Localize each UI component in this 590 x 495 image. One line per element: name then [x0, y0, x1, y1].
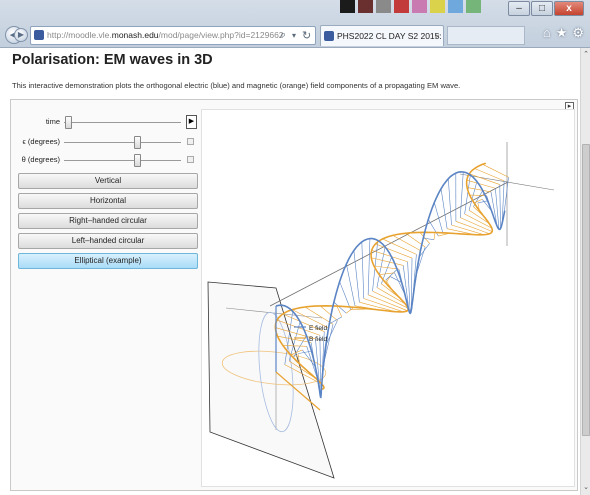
- left-handed-circular-button[interactable]: Left–handed circular: [18, 233, 198, 249]
- scroll-up-icon[interactable]: ⌃: [581, 50, 590, 60]
- time-slider-thumb[interactable]: [65, 116, 72, 129]
- address-bar[interactable]: http://moodle.vle.monash.edu/mod/page/vi…: [30, 26, 316, 45]
- time-label: time: [45, 117, 60, 126]
- epsilon-expand-icon[interactable]: [187, 138, 194, 145]
- time-slider-row: time ▶: [16, 114, 197, 130]
- address-domain: monash.edu: [111, 30, 159, 40]
- forward-icon[interactable]: ▶: [14, 28, 28, 42]
- b-field-hatch: [467, 187, 492, 193]
- e-field-hatch: [434, 202, 444, 233]
- wave-plot-canvas[interactable]: E field B field: [202, 110, 576, 488]
- theta-expand-icon[interactable]: [187, 156, 194, 163]
- b-field-hatch: [320, 305, 338, 321]
- e-field-hatch: [333, 301, 347, 314]
- address-suffix: /mod/page/view.php?id=2129662: [158, 30, 284, 40]
- epsilon-label: ϵ (degrees): [22, 137, 61, 146]
- home-icon[interactable]: ⌂: [543, 25, 551, 41]
- e-field-hatch: [361, 241, 365, 299]
- new-tab-area[interactable]: [447, 26, 525, 45]
- b-field-curve: [274, 162, 494, 390]
- dropdown-icon[interactable]: ▾: [292, 31, 296, 40]
- e-field-hatch: [499, 184, 501, 229]
- e-field-hatch: [353, 250, 360, 303]
- demonstration-panel: ▸ time ▶ ϵ (degrees) θ (degrees) Vertica…: [10, 99, 578, 491]
- browser-chrome: – □ x ◀ ▶ http://moodle.vle.monash.edu/m…: [0, 0, 590, 48]
- scroll-down-icon[interactable]: ⌄: [581, 483, 590, 493]
- e-field-hatch: [459, 171, 464, 218]
- e-field-hatch: [448, 178, 452, 226]
- taskbar-swatches: [340, 0, 481, 14]
- e-field-hatch: [423, 237, 434, 240]
- gear-icon[interactable]: ⚙: [572, 25, 584, 41]
- legend-e-label: E field: [309, 325, 327, 332]
- star-icon[interactable]: ★: [556, 25, 568, 41]
- b-field-hatch: [368, 294, 408, 311]
- e-field-hatch: [440, 188, 448, 229]
- vertical-button[interactable]: Vertical: [18, 173, 198, 189]
- window-controls: – □ x: [507, 1, 584, 16]
- refresh-icon[interactable]: ↻: [302, 29, 311, 42]
- address-prefix: http://moodle.vle.: [47, 30, 112, 40]
- b-field-hatch: [382, 238, 417, 255]
- e-field-hatch: [346, 263, 356, 306]
- time-slider-track[interactable]: [64, 122, 181, 123]
- theta-slider-track[interactable]: [64, 160, 181, 161]
- theta-label: θ (degrees): [21, 155, 60, 164]
- horizontal-button[interactable]: Horizontal: [18, 193, 198, 209]
- tab-active[interactable]: PHS2022 CL DAY S2 2015: P... ×: [320, 25, 444, 46]
- epsilon-slider-row: ϵ (degrees): [16, 134, 196, 150]
- toolbar-icons: ⌂ ★ ⚙: [543, 25, 584, 41]
- b-field-hatch: [372, 290, 408, 309]
- b-field-hatch: [433, 232, 436, 240]
- theta-slider-row: θ (degrees): [16, 152, 196, 168]
- e-field-hatch: [428, 219, 439, 237]
- e-field-hatch: [339, 281, 351, 310]
- theta-slider-thumb[interactable]: [134, 154, 141, 167]
- page-title: Polarisation: EM waves in 3D: [12, 52, 213, 68]
- elliptical-example-button[interactable]: Elliptical (example): [18, 253, 198, 269]
- tab-close-icon[interactable]: ×: [435, 26, 440, 46]
- page-scrollbar[interactable]: ⌃ ⌄: [580, 48, 590, 495]
- b-field-hatch: [385, 276, 391, 284]
- search-icon[interactable]: ⌕: [280, 29, 286, 42]
- b-field-hatch: [336, 305, 343, 317]
- scrollbar-thumb[interactable]: [582, 144, 590, 436]
- b-field-hatch: [375, 243, 413, 259]
- e-field-hatch: [367, 238, 371, 295]
- maximize-button[interactable]: □: [531, 1, 553, 16]
- minimize-button[interactable]: –: [508, 1, 530, 16]
- tab-favicon: [324, 31, 334, 41]
- b-field-hatch: [469, 173, 500, 185]
- epsilon-slider-track[interactable]: [64, 142, 181, 143]
- b-field-hatch: [392, 235, 421, 251]
- field-vectors: [275, 164, 509, 397]
- b-field-hatch: [482, 164, 509, 178]
- wave-plot[interactable]: E field B field: [201, 109, 575, 487]
- close-window-button[interactable]: x: [554, 1, 584, 16]
- legend-b-label: B field: [309, 336, 327, 343]
- page-content: Polarisation: EM waves in 3D This intera…: [0, 48, 580, 495]
- right-handed-circular-button[interactable]: Right–handed circular: [18, 213, 198, 229]
- page-description: This interactive demonstration plots the…: [12, 81, 461, 90]
- tab-title: PHS2022 CL DAY S2 2015: P...: [337, 31, 444, 41]
- projection-plane: [207, 281, 335, 479]
- e-field-hatch: [477, 200, 488, 204]
- site-favicon: [34, 30, 44, 40]
- b-field-hatch: [304, 306, 334, 325]
- play-icon[interactable]: ▶: [186, 115, 197, 129]
- epsilon-slider-thumb[interactable]: [134, 136, 141, 149]
